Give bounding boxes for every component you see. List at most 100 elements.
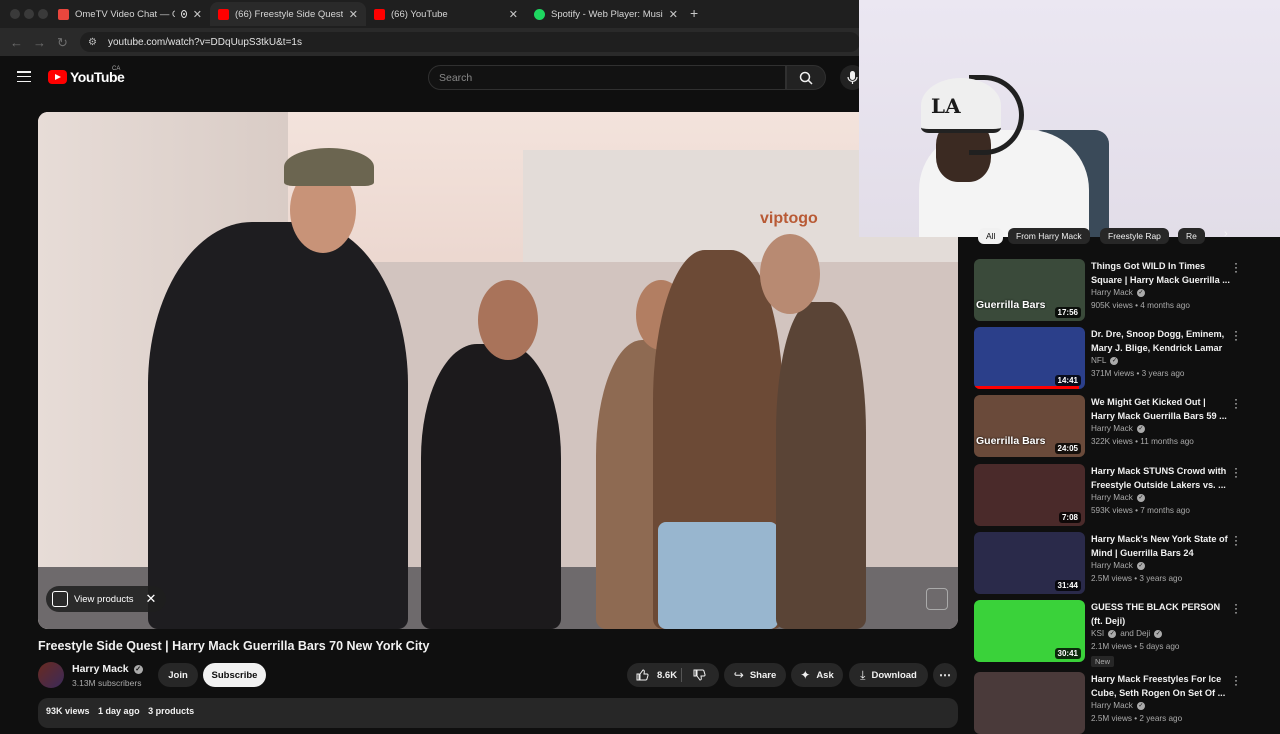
recommended-video-title[interactable]: Harry Mack Freestyles For Ice Cube, Seth…	[1091, 673, 1231, 700]
cap-logo: LA	[931, 94, 961, 118]
recommended-channel[interactable]: NFL ✓	[1091, 356, 1122, 365]
share-button[interactable]: ↪ Share	[724, 663, 786, 687]
recording-icon	[180, 10, 187, 18]
duration-badge: 7:08	[1058, 512, 1081, 523]
recommended-video-title[interactable]: Harry Mack's New York State of Mind | Gu…	[1091, 533, 1231, 560]
window-minimize-dot[interactable]	[24, 9, 34, 19]
more-vertical-icon[interactable]: · · ·	[1232, 670, 1240, 690]
view-products-label: View products	[74, 593, 134, 605]
subscribe-button[interactable]: Subscribe	[203, 663, 266, 687]
channel-watermark-icon[interactable]	[926, 588, 948, 610]
more-vertical-icon[interactable]: · · ·	[1232, 257, 1240, 277]
more-actions-button[interactable]: ⋯	[933, 663, 957, 687]
chip-more[interactable]: Re	[1178, 228, 1205, 244]
join-button[interactable]: Join	[158, 663, 198, 687]
recommended-channel[interactable]: Harry Mack ✓	[1091, 424, 1149, 433]
recommended-video[interactable]: 7:08 Harry Mack STUNS Crowd with Freestyl…	[974, 462, 1244, 526]
ometv-favicon-icon	[58, 8, 69, 20]
meta-separator: •	[1134, 369, 1142, 378]
url-field[interactable]: ⚙ youtube.com/watch?v=DDqUupS3tkU&t=1s	[80, 32, 860, 52]
forward-arrow-icon[interactable]: →	[33, 35, 46, 50]
window-close-dot[interactable]	[10, 9, 20, 19]
youtube-favicon-icon	[374, 8, 385, 20]
more-vertical-icon[interactable]: · · ·	[1232, 530, 1240, 550]
person-woman-1	[421, 344, 561, 629]
recommended-video[interactable]: Guerrilla Bars 17:56 Things Got WILD In Ti…	[974, 257, 1244, 321]
more-vertical-icon[interactable]: · · ·	[1232, 462, 1240, 482]
search-button[interactable]	[786, 65, 826, 90]
close-tab-icon[interactable]: ✕	[193, 8, 202, 21]
close-tab-icon[interactable]: ✕	[349, 8, 358, 21]
reload-icon[interactable]: ↻	[57, 35, 68, 51]
video-thumbnail[interactable]: 14:41	[974, 327, 1085, 389]
recommended-views: 593K views	[1091, 506, 1133, 515]
verified-icon: ✓	[1136, 561, 1145, 570]
recommended-video-title[interactable]: Dr. Dre, Snoop Dogg, Eminem, Mary J. Bli…	[1091, 328, 1231, 355]
video-thumbnail[interactable]	[974, 672, 1085, 734]
close-icon[interactable]: ✕	[146, 591, 157, 607]
hamburger-menu-icon[interactable]	[17, 71, 31, 83]
search-input[interactable]	[429, 66, 785, 89]
tab-title: OmeTV Video Chat — Om	[75, 8, 175, 20]
truck-logo-text: viptogo	[760, 210, 818, 227]
channel-name-label: Harry Mack	[72, 663, 129, 675]
video-thumbnail[interactable]: Guerrilla Bars 24:05	[974, 395, 1085, 457]
recommended-channel[interactable]: Harry Mack ✓	[1091, 701, 1149, 710]
recommended-channel[interactable]: KSI ✓ and Deji ✓	[1091, 629, 1166, 638]
recommended-video[interactable]: 30:41 GUESS THE BLACK PERSON (ft. Deji) KS…	[974, 598, 1244, 667]
channel-avatar[interactable]	[38, 662, 64, 688]
like-divider	[681, 668, 682, 682]
channel-name-label: NFL	[1091, 356, 1107, 365]
like-button[interactable]: 8.6K	[635, 668, 677, 682]
chevron-right-icon[interactable]: ›	[1224, 228, 1228, 240]
chip-from-harry-mack[interactable]: From Harry Mack	[1008, 228, 1090, 244]
recommended-meta: 593K views • 7 months ago	[1091, 506, 1190, 515]
video-thumbnail[interactable]: 7:08	[974, 464, 1085, 526]
chip-all[interactable]: All	[978, 228, 1004, 244]
duration-badge: 24:05	[1054, 443, 1081, 454]
browser-tab-youtube[interactable]: (66) YouTube ✕	[366, 2, 526, 26]
window-zoom-dot[interactable]	[38, 9, 48, 19]
recommended-channel[interactable]: Harry Mack ✓	[1091, 561, 1149, 570]
video-thumbnail[interactable]: Guerrilla Bars 17:56	[974, 259, 1085, 321]
new-tab-icon[interactable]: +	[690, 5, 698, 21]
recommended-channel[interactable]: Harry Mack ✓	[1091, 493, 1149, 502]
more-vertical-icon[interactable]: · · ·	[1232, 325, 1240, 345]
recommended-video-title[interactable]: Things Got WILD In Times Square | Harry …	[1091, 260, 1231, 287]
more-vertical-icon[interactable]: · · ·	[1232, 393, 1240, 413]
youtube-logo[interactable]: YouTube CA	[48, 66, 125, 85]
recommended-video-title[interactable]: We Might Get Kicked Out | Harry Mack Gue…	[1091, 396, 1231, 423]
share-label: Share	[749, 669, 777, 681]
recommended-video-title[interactable]: GUESS THE BLACK PERSON (ft. Deji)	[1091, 601, 1231, 628]
chip-freestyle-rap[interactable]: Freestyle Rap	[1100, 228, 1169, 244]
download-button[interactable]: ⤓ Download	[849, 663, 928, 687]
dislike-button[interactable]	[692, 668, 706, 687]
ask-button[interactable]: ✦ Ask	[791, 663, 843, 687]
video-player[interactable]: viptogo View products ✕	[38, 112, 958, 629]
browser-tab-freestyle[interactable]: (66) Freestyle Side Quest | H ✕	[210, 2, 366, 26]
more-vertical-icon[interactable]: · · ·	[1232, 598, 1240, 618]
recommended-meta: 905K views • 4 months ago	[1091, 301, 1190, 310]
site-settings-icon[interactable]: ⚙	[88, 37, 100, 48]
close-tab-icon[interactable]: ✕	[509, 8, 518, 21]
close-tab-icon[interactable]: ✕	[669, 8, 678, 21]
recommended-video[interactable]: 31:44 Harry Mack's New York State of Mind…	[974, 530, 1244, 594]
browser-tab-ometv[interactable]: OmeTV Video Chat — Om ✕	[50, 2, 210, 26]
recommended-channel[interactable]: Harry Mack ✓	[1091, 288, 1149, 297]
view-products-button[interactable]: View products ✕	[46, 586, 167, 612]
verified-icon: ✓	[1136, 701, 1145, 710]
back-arrow-icon[interactable]: ←	[10, 35, 23, 50]
channel-name-label: Harry Mack	[1091, 561, 1133, 570]
new-badge: New	[1091, 656, 1115, 667]
channel-name[interactable]: Harry Mack ✓	[72, 663, 143, 675]
duration-badge: 30:41	[1054, 648, 1081, 659]
description-box[interactable]: 93K views 1 day ago 3 products	[38, 698, 958, 728]
recommended-video[interactable]: 14:41 Dr. Dre, Snoop Dogg, Eminem, Mary J…	[974, 325, 1244, 389]
video-thumbnail[interactable]: 30:41	[974, 600, 1085, 662]
browser-tab-spotify[interactable]: Spotify - Web Player: Music f ✕	[526, 2, 686, 26]
share-icon: ↪	[733, 668, 744, 682]
recommended-video[interactable]: Harry Mack Freestyles For Ice Cube, Seth…	[974, 670, 1244, 734]
recommended-video[interactable]: Guerrilla Bars 24:05 We Might Get Kicked O…	[974, 393, 1244, 457]
video-thumbnail[interactable]: 31:44	[974, 532, 1085, 594]
recommended-video-title[interactable]: Harry Mack STUNS Crowd with Freestyle Ou…	[1091, 465, 1231, 492]
